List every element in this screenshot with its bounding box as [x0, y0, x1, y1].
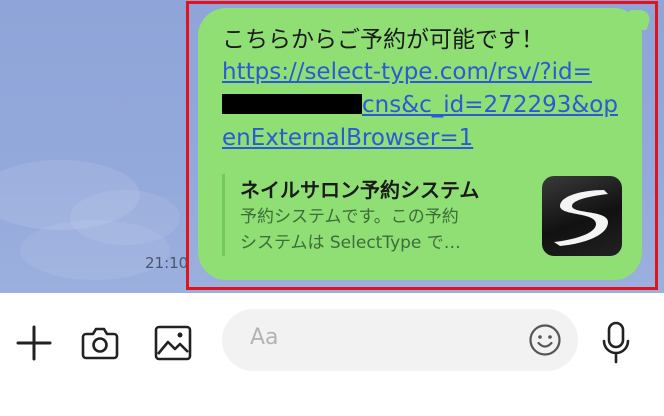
- preview-description-line: システムは SelectType で…: [240, 233, 461, 253]
- message-input-bar: Aa: [0, 293, 664, 416]
- image-icon[interactable]: [150, 321, 196, 365]
- select-type-logo-icon: [542, 176, 622, 256]
- input-placeholder: Aa: [250, 325, 279, 350]
- microphone-icon[interactable]: [596, 317, 636, 369]
- message-input[interactable]: Aa: [222, 309, 578, 371]
- message-timestamp: 21:10: [145, 254, 189, 272]
- camera-icon[interactable]: [78, 321, 122, 365]
- preview-accent-bar: [222, 174, 225, 256]
- preview-title: ネイルサロン予約システム: [240, 178, 480, 202]
- preview-description-line: 予約システムです。この予約: [240, 207, 459, 227]
- link-preview-card[interactable]: ネイルサロン予約システム 予約システムです。この予約 システムは SelectT…: [222, 172, 624, 258]
- redaction-bar: [222, 94, 362, 114]
- reservation-link[interactable]: https://select-type.com/rsv/?id=cns&c_id…: [222, 56, 622, 155]
- link-text-start: https://select-type.com/rsv/?id=: [222, 59, 592, 85]
- chat-screen: 21:10 こちらからご予約が可能です！ https://select-type…: [0, 0, 664, 416]
- preview-description: 予約システムです。この予約 システムは SelectType で…: [240, 204, 512, 256]
- message-text: こちらからご予約が可能です！: [222, 27, 544, 53]
- emoji-icon[interactable]: [526, 321, 564, 359]
- plus-icon[interactable]: [12, 321, 56, 365]
- sent-message-bubble[interactable]: こちらからご予約が可能です！ https://select-type.com/r…: [198, 8, 642, 280]
- chat-background: 21:10 こちらからご予約が可能です！ https://select-type…: [0, 0, 664, 293]
